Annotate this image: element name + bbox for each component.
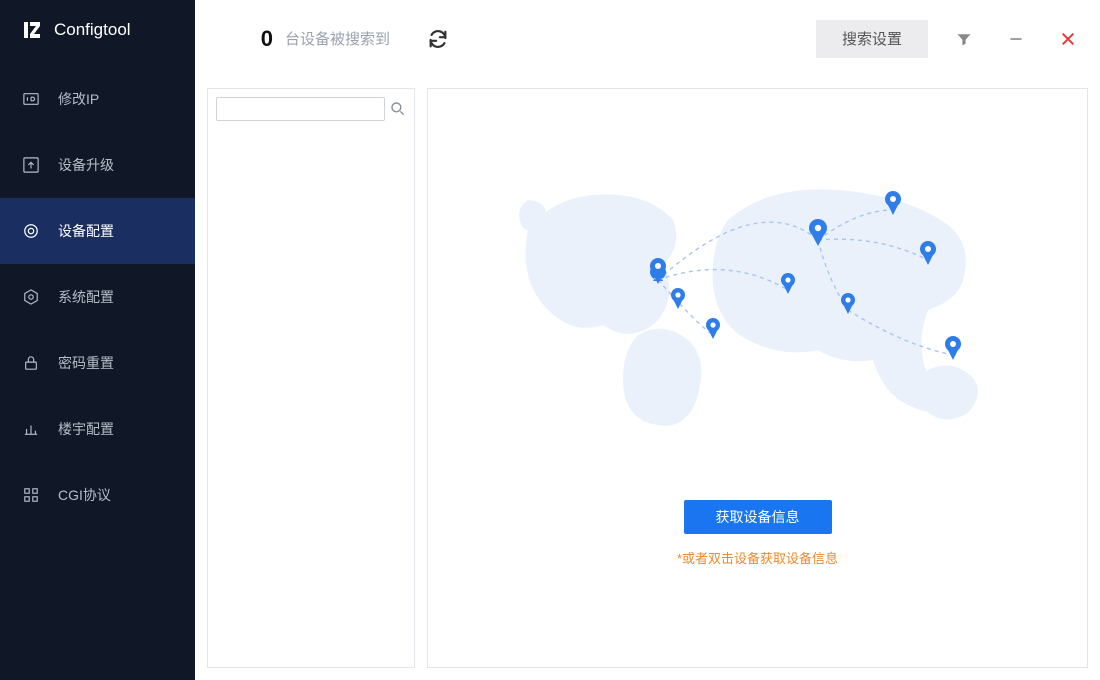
target-icon [22,222,40,240]
sidebar-item-label: 楼宇配置 [58,419,114,439]
app-logo-icon [20,18,44,42]
minimize-button[interactable] [1000,23,1032,55]
search-icon [390,101,406,117]
get-device-info-button[interactable]: 获取设备信息 [684,500,832,534]
sidebar-item-label: 修改IP [58,89,99,109]
main-area: 0 台设备被搜索到 搜索设置 [195,0,1100,680]
chart-icon [22,420,40,438]
sidebar-item-system-config[interactable]: 系统配置 [0,264,195,330]
sidebar-item-cgi[interactable]: CGI协议 [0,462,195,528]
sidebar-item-modify-ip[interactable]: 修改IP [0,66,195,132]
hint-label: 或者双击设备获取设备信息 [682,551,838,566]
map-icon [498,160,1018,440]
device-search-row [208,89,414,129]
world-map-illustration [498,160,1018,440]
dropdown-filter-button[interactable] [948,23,980,55]
device-search-input[interactable] [216,97,385,121]
app-logo-row: Configtool [0,0,195,66]
search-settings-button[interactable]: 搜索设置 [816,20,928,58]
sidebar: Configtool 修改IP 设备升级 设备配置 系统配置 密码重置 楼 [0,0,195,680]
minimize-icon [1008,31,1024,47]
sidebar-item-label: 设备配置 [58,221,114,241]
device-list-panel [207,88,415,668]
sidebar-item-upgrade[interactable]: 设备升级 [0,132,195,198]
content-area: 获取设备信息 *或者双击设备获取设备信息 [195,78,1100,680]
sidebar-item-device-config[interactable]: 设备配置 [0,198,195,264]
sidebar-item-label: 设备升级 [58,155,114,175]
hint-text: *或者双击设备获取设备信息 [677,548,838,567]
refresh-button[interactable] [424,25,452,53]
device-count-label: 台设备被搜索到 [285,28,390,49]
detail-panel: 获取设备信息 *或者双击设备获取设备信息 [427,88,1088,668]
app-title: Configtool [54,20,131,40]
upload-icon [22,156,40,174]
device-count: 0 [225,26,273,52]
lock-icon [22,354,40,372]
close-button[interactable] [1052,23,1084,55]
search-button[interactable] [389,99,406,119]
sidebar-item-label: 系统配置 [58,287,114,307]
grid-icon [22,486,40,504]
sidebar-item-building-config[interactable]: 楼宇配置 [0,396,195,462]
refresh-icon [427,28,449,50]
close-icon [1060,31,1076,47]
nut-icon [22,288,40,306]
ip-icon [22,90,40,108]
sidebar-item-password-reset[interactable]: 密码重置 [0,330,195,396]
sidebar-item-label: 密码重置 [58,353,114,373]
sidebar-item-label: CGI协议 [58,485,111,505]
topbar: 0 台设备被搜索到 搜索设置 [195,0,1100,78]
funnel-icon [956,31,972,47]
